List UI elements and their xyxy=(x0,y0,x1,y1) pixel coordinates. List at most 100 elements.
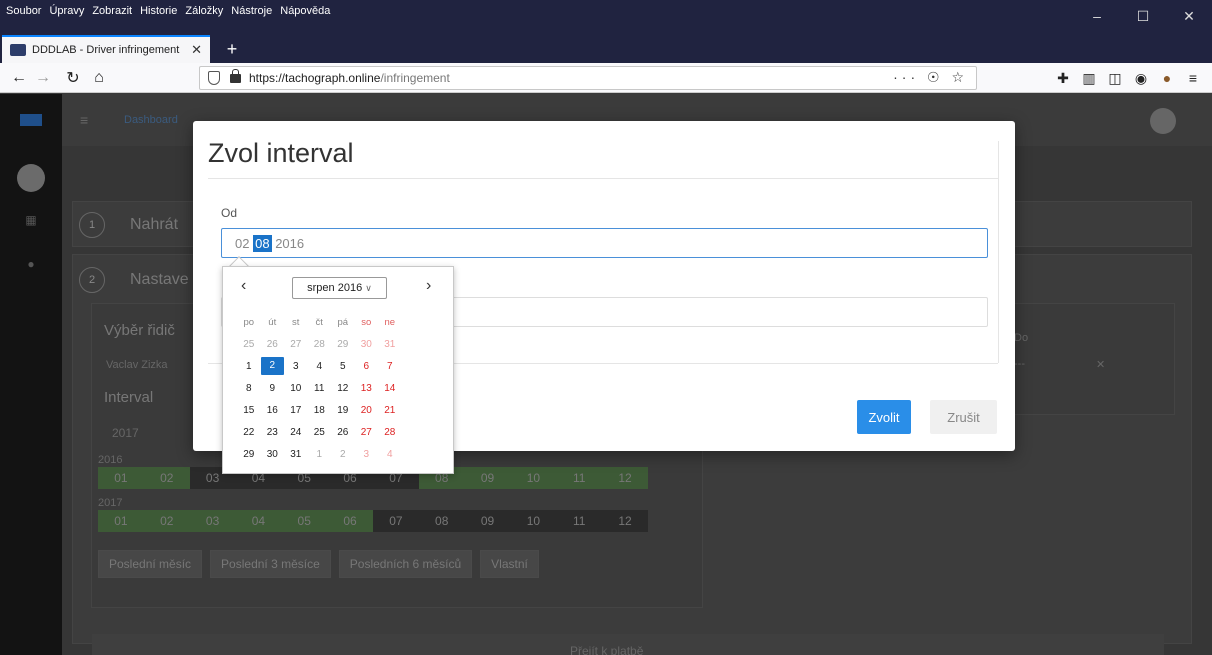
menu-zalozky[interactable]: Záložky xyxy=(185,5,223,17)
sidebar-icon[interactable]: ◫ xyxy=(1102,63,1128,93)
account-icon[interactable]: ◉ xyxy=(1128,63,1154,93)
user-avatar[interactable] xyxy=(1150,108,1176,134)
month-cell[interactable]: 09 xyxy=(464,467,511,489)
home-icon[interactable]: ⌂ xyxy=(88,63,110,93)
month-cell[interactable]: 02 xyxy=(143,467,190,489)
forward-icon[interactable]: → xyxy=(32,63,54,93)
month-cell[interactable]: 08 xyxy=(419,510,465,532)
year-select[interactable]: 2017 xyxy=(112,426,139,440)
url-bar[interactable]: https://tachograph.online/infringement ·… xyxy=(199,66,977,90)
month-cell[interactable]: 01 xyxy=(98,467,144,489)
day-cell[interactable]: 10 xyxy=(284,383,308,394)
day-cell[interactable]: 27 xyxy=(284,339,308,350)
day-cell[interactable]: 6 xyxy=(355,361,379,372)
day-cell[interactable]: 26 xyxy=(331,427,355,438)
month-select[interactable]: srpen 2016 ∨ xyxy=(292,277,387,299)
browser-tab[interactable]: DDDLAB - Driver infringement ✕ xyxy=(2,35,210,63)
new-tab-button[interactable]: + xyxy=(218,35,246,63)
day-cell[interactable]: 21 xyxy=(378,405,402,416)
tracking-shield-icon[interactable] xyxy=(208,71,220,85)
breadcrumb[interactable]: Dashboard xyxy=(124,114,178,126)
day-cell[interactable]: 12 xyxy=(331,383,355,394)
menu-nastroje[interactable]: Nástroje xyxy=(231,5,272,17)
day-cell[interactable]: 22 xyxy=(237,427,261,438)
day-cell[interactable]: 28 xyxy=(378,427,402,438)
clear-icon[interactable]: ✕ xyxy=(1096,358,1105,371)
info-icon[interactable]: ● xyxy=(0,244,62,284)
maximize-button[interactable]: ☐ xyxy=(1120,0,1166,32)
day-cell[interactable]: 18 xyxy=(308,405,332,416)
last-month-button[interactable]: Poslední měsíc xyxy=(98,550,203,578)
day-cell[interactable]: 23 xyxy=(261,427,285,438)
close-window-button[interactable]: ✕ xyxy=(1166,0,1212,32)
month-cell[interactable]: 11 xyxy=(556,467,603,489)
menu-upravy[interactable]: Úpravy xyxy=(49,5,84,17)
day-cell[interactable]: 30 xyxy=(355,339,379,350)
menu-soubor[interactable]: Soubor xyxy=(6,5,41,17)
day-cell[interactable]: 9 xyxy=(261,383,285,394)
month-cell[interactable]: 11 xyxy=(556,510,602,532)
day-cell[interactable]: 7 xyxy=(378,361,402,372)
day-cell[interactable]: 4 xyxy=(378,449,402,460)
driver-avatar-icon[interactable] xyxy=(0,152,62,204)
truck-logo-icon[interactable] xyxy=(0,94,62,146)
driver-select[interactable]: Vaclav Zizka xyxy=(106,359,168,371)
menu-zobrazit[interactable]: Zobrazit xyxy=(92,5,132,17)
page-actions[interactable]: ··· ☉ ☆ xyxy=(893,69,968,86)
month-cell[interactable]: 10 xyxy=(510,510,556,532)
day-cell[interactable]: 31 xyxy=(284,449,308,460)
day-cell[interactable]: 20 xyxy=(355,405,379,416)
custom-range-button[interactable]: Vlastní xyxy=(480,550,539,578)
month-cell[interactable]: 03 xyxy=(189,510,236,532)
month-cell[interactable]: 10 xyxy=(510,467,557,489)
day-cell[interactable]: 11 xyxy=(308,383,332,394)
day-cell[interactable]: 8 xyxy=(237,383,261,394)
day-cell[interactable]: 19 xyxy=(331,405,355,416)
cookie-icon[interactable]: ● xyxy=(1154,63,1180,93)
day-cell[interactable]: 14 xyxy=(378,383,402,394)
last-3-months-button[interactable]: Poslední 3 měsíce xyxy=(210,550,331,578)
od-date-input[interactable]: 02 08 2016 xyxy=(221,228,988,258)
confirm-button[interactable]: Zvolit xyxy=(857,400,911,434)
month-cell[interactable]: 01 xyxy=(98,510,144,532)
reload-icon[interactable]: ↻ xyxy=(62,63,84,93)
day-cell[interactable]: 26 xyxy=(261,339,285,350)
day-cell[interactable]: 3 xyxy=(284,361,308,372)
day-cell[interactable]: 2 xyxy=(331,449,355,460)
month-cell[interactable]: 12 xyxy=(602,510,648,532)
close-tab-icon[interactable]: ✕ xyxy=(191,42,202,58)
day-cell[interactable]: 13 xyxy=(355,383,379,394)
back-icon[interactable]: ← xyxy=(8,63,30,93)
day-cell[interactable]: 25 xyxy=(308,427,332,438)
od-year[interactable]: 2016 xyxy=(275,236,304,251)
lock-icon[interactable] xyxy=(230,68,241,83)
day-cell[interactable]: 15 xyxy=(237,405,261,416)
tachograph-icon[interactable]: ▦ xyxy=(0,200,62,240)
library-icon[interactable]: ▥ xyxy=(1076,63,1102,93)
last-6-months-button[interactable]: Posledních 6 měsíců xyxy=(338,550,473,578)
menu-napoveda[interactable]: Nápověda xyxy=(280,5,330,17)
od-month[interactable]: 08 xyxy=(253,234,272,252)
day-cell[interactable]: 31 xyxy=(378,339,402,350)
day-cell[interactable]: 3 xyxy=(355,449,379,460)
od-day[interactable]: 02 xyxy=(235,236,249,251)
menu-historie[interactable]: Historie xyxy=(140,5,177,17)
day-cell[interactable]: 16 xyxy=(261,405,285,416)
extension-puzzle-icon[interactable]: ✚ xyxy=(1050,63,1076,93)
day-cell[interactable]: 30 xyxy=(261,449,285,460)
prev-month-icon[interactable]: ‹ xyxy=(241,277,246,295)
day-cell[interactable]: 5 xyxy=(331,361,355,372)
month-cell[interactable]: 12 xyxy=(602,467,648,489)
cancel-button[interactable]: Zrušit xyxy=(930,400,997,434)
pay-button[interactable]: Přejít k platbě xyxy=(570,644,643,655)
day-cell[interactable]: 1 xyxy=(308,449,332,460)
month-cell[interactable]: 02 xyxy=(143,510,190,532)
day-cell[interactable]: 24 xyxy=(284,427,308,438)
month-cell[interactable]: 09 xyxy=(465,510,511,532)
month-cell[interactable]: 06 xyxy=(327,510,373,532)
day-cell[interactable]: 27 xyxy=(355,427,379,438)
minimize-button[interactable]: – xyxy=(1074,0,1120,32)
month-cell[interactable]: 05 xyxy=(281,510,328,532)
hamburger-menu-icon[interactable]: ≡ xyxy=(1180,63,1206,93)
day-cell-selected[interactable]: 2 xyxy=(260,357,284,375)
